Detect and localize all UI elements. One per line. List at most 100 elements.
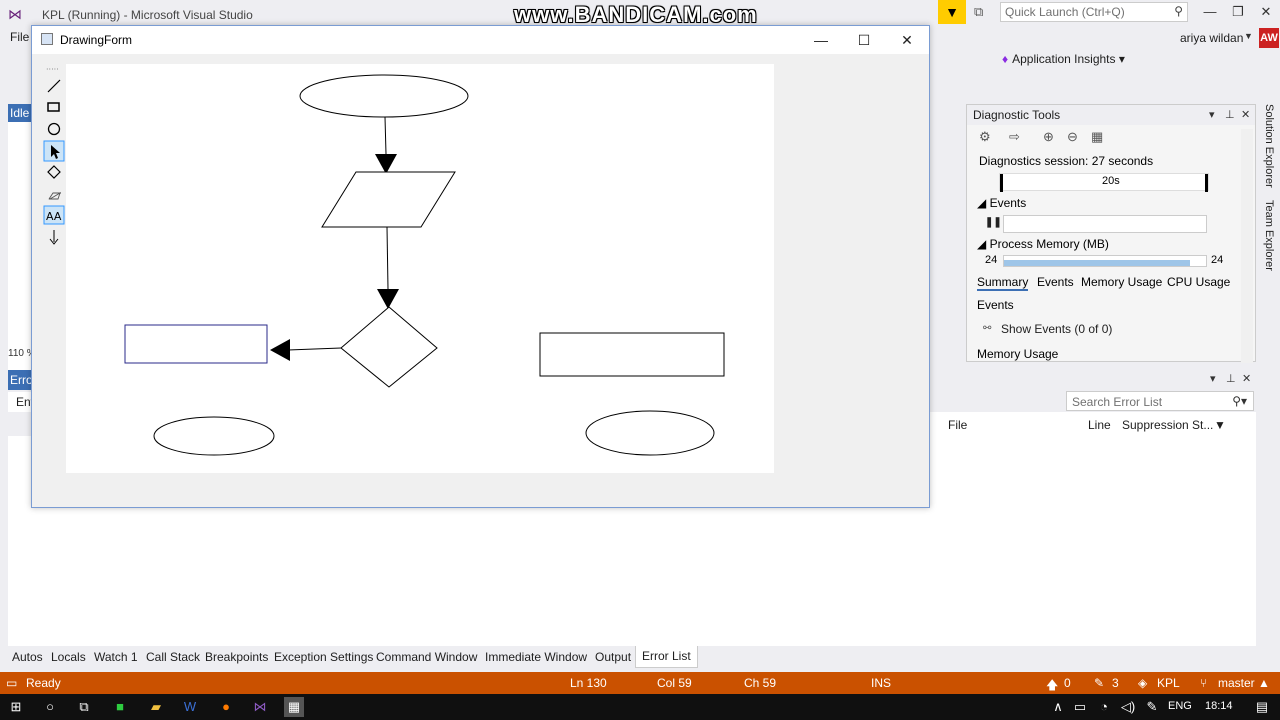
shape-ellipse-bottom-right[interactable] (585, 410, 715, 456)
feedback-icon[interactable]: ⧉ (974, 4, 992, 22)
firefox-icon[interactable]: ● (216, 697, 236, 717)
pencil-icon[interactable]: ✎ (1094, 676, 1104, 690)
branch-name[interactable]: master (1218, 676, 1255, 690)
show-hidden-icons[interactable]: ∧ (1048, 697, 1068, 717)
timeline-start-marker[interactable] (1000, 174, 1003, 192)
tab-error-list[interactable]: Error List (635, 646, 698, 668)
chevron-down-icon[interactable]: ▼ (1244, 31, 1253, 41)
events-section-toggle[interactable]: ◢ Events (977, 196, 1026, 210)
tab-autos[interactable]: Autos (12, 650, 43, 664)
tab-output[interactable]: Output (595, 650, 631, 664)
tab-summary[interactable]: Summary (977, 275, 1029, 291)
form-maximize-button[interactable]: ☐ (849, 30, 879, 50)
error-list-tab[interactable]: Erro (8, 370, 32, 390)
rectangle-icon[interactable] (47, 102, 60, 112)
shape-top-ellipse[interactable] (299, 74, 469, 118)
restore-button[interactable]: ❐ (1224, 2, 1252, 22)
tab-memory-usage[interactable]: Memory Usage (1081, 275, 1162, 289)
volume-icon[interactable]: ◁) (1118, 697, 1138, 717)
close-icon[interactable]: ✕ (1241, 108, 1250, 121)
tab-command-window[interactable]: Command Window (376, 650, 477, 664)
input-language[interactable]: ENG (1168, 700, 1192, 712)
arrow-icon[interactable] (49, 230, 59, 245)
tab-team-explorer[interactable]: Team Explorer (1263, 200, 1275, 271)
session-timeline[interactable]: 20s (999, 173, 1209, 192)
task-view-icon[interactable]: ⧉ (74, 697, 94, 717)
notification-filter-icon[interactable]: ▼ (938, 0, 966, 24)
reset-zoom-icon[interactable]: ▦ (1091, 129, 1103, 145)
form-close-button[interactable]: ✕ (892, 30, 922, 50)
repository-icon[interactable]: ◈ (1138, 676, 1147, 690)
show-events-link[interactable]: Show Events (0 of 0) (1001, 322, 1112, 336)
branch-up-icon[interactable]: ▲ (1258, 676, 1270, 690)
text-icon[interactable]: AA (43, 205, 65, 225)
shape-rectangle-right[interactable] (539, 332, 725, 377)
power-icon[interactable]: ▭ (1070, 697, 1090, 717)
pause-icon[interactable]: ❚❚ (985, 217, 1002, 228)
windows-start-icon[interactable]: ⊞ (6, 697, 26, 717)
file-explorer-icon[interactable]: ▰ (146, 697, 166, 717)
close-icon[interactable]: ✕ (1242, 372, 1251, 385)
timeline-end-marker[interactable] (1205, 174, 1208, 192)
zoom-in-icon[interactable]: ⊕ (1043, 129, 1054, 145)
pending-changes-count[interactable]: 3 (1112, 676, 1119, 690)
connector-arrow-3[interactable] (270, 339, 342, 361)
tab-cpu-usage[interactable]: CPU Usage (1167, 275, 1230, 289)
user-name[interactable]: ariya wildan (1180, 31, 1243, 45)
tab-exception-settings[interactable]: Exception Settings (274, 650, 373, 664)
settings-gear-icon[interactable]: ⚙ (979, 129, 991, 145)
notifications-icon[interactable]: ▤ (1252, 697, 1272, 717)
tab-immediate-window[interactable]: Immediate Window (485, 650, 587, 664)
tab-call-stack[interactable]: Call Stack (146, 650, 200, 664)
quick-launch-input[interactable]: Quick Launch (Ctrl+Q) ⚲ (1000, 2, 1188, 22)
word-icon[interactable]: W (180, 697, 200, 717)
dropdown-icon[interactable]: ▾ (1209, 108, 1215, 121)
connector-arrow-1[interactable] (375, 116, 397, 174)
form-minimize-button[interactable]: — (806, 30, 836, 50)
vertical-scrollbar[interactable] (1241, 129, 1253, 363)
pointer-icon[interactable] (43, 140, 65, 162)
tab-watch-1[interactable]: Watch 1 (94, 650, 138, 664)
application-insights-button[interactable]: ♦ Application Insights ▾ (1002, 52, 1125, 66)
shape-diamond[interactable] (340, 306, 438, 388)
visual-studio-icon[interactable]: ⋈ (250, 697, 270, 717)
shape-rectangle-left[interactable] (124, 324, 268, 364)
drawing-form-task-icon[interactable]: ▦ (284, 697, 304, 717)
tab-locals[interactable]: Locals (51, 650, 86, 664)
column-line[interactable]: Line (1088, 418, 1111, 432)
diamond-icon[interactable] (47, 165, 61, 179)
minimize-button[interactable]: — (1196, 2, 1224, 22)
shape-ellipse-bottom-left[interactable] (153, 416, 275, 456)
ellipse-icon[interactable] (47, 122, 61, 136)
repository-name[interactable]: KPL (1157, 676, 1180, 690)
menu-file[interactable]: File (10, 30, 29, 44)
document-tab-idle[interactable]: Idle (8, 104, 32, 122)
parallelogram-icon[interactable] (48, 191, 61, 200)
connector-arrow-2[interactable] (377, 226, 399, 309)
column-suppression-state[interactable]: Suppression St... (1122, 418, 1213, 432)
tab-solution-explorer[interactable]: Solution Explorer (1263, 104, 1275, 188)
unpushed-count[interactable]: 0 (1064, 676, 1071, 690)
drawing-canvas[interactable] (66, 64, 774, 473)
branch-icon[interactable]: ⑂ (1200, 676, 1207, 690)
avatar[interactable]: AW (1259, 28, 1279, 48)
close-button[interactable]: ✕ (1252, 2, 1280, 22)
shape-parallelogram[interactable] (321, 171, 456, 228)
dropdown-icon[interactable]: ▾ (1210, 372, 1216, 385)
scope-dropdown[interactable]: Ent (8, 392, 32, 412)
pin-icon[interactable]: ⊥ (1226, 372, 1236, 385)
line-app-icon[interactable]: ■ (110, 697, 130, 717)
column-file[interactable]: File (948, 418, 967, 432)
pen-icon[interactable]: ✎ (1142, 697, 1162, 717)
search-error-list-input[interactable]: Search Error List ⚲▾ (1066, 391, 1254, 411)
pin-icon[interactable]: ⊥ (1225, 108, 1235, 121)
cortana-icon[interactable]: ○ (40, 697, 60, 717)
filter-icon[interactable]: ▼ (1214, 418, 1226, 432)
tab-events[interactable]: Events (1037, 275, 1074, 289)
process-memory-toggle[interactable]: ◢ Process Memory (MB) (977, 237, 1109, 251)
export-icon[interactable]: ⇨ (1009, 129, 1020, 145)
line-icon[interactable] (47, 79, 61, 93)
zoom-out-icon[interactable]: ⊖ (1067, 129, 1078, 145)
clock[interactable]: 18:14 (1205, 700, 1233, 712)
tab-breakpoints[interactable]: Breakpoints (205, 650, 268, 664)
